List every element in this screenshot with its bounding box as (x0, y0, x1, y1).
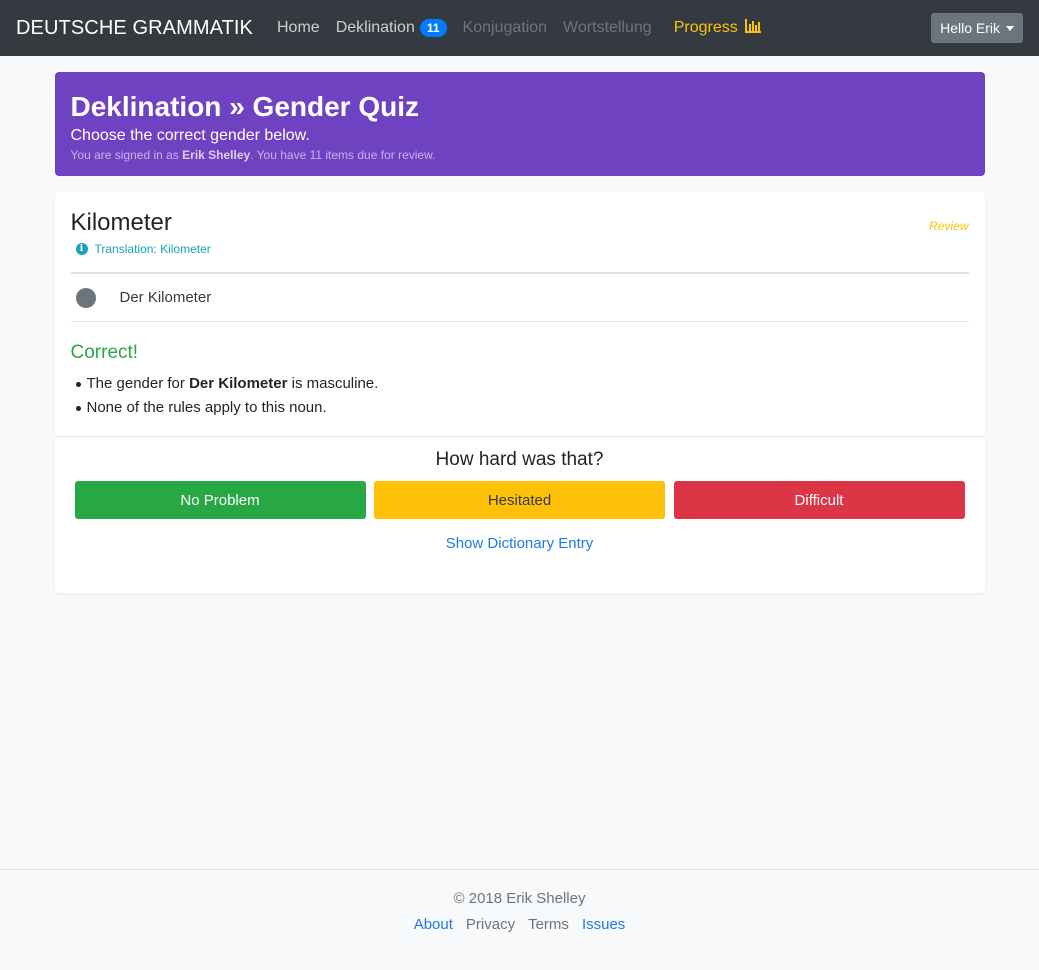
quiz-card: Kilometer i Translation: Kilometer Revie… (54, 192, 985, 593)
difficult-button[interactable]: Difficult (673, 481, 965, 519)
caret-down-icon (1006, 25, 1014, 31)
signed-in-prefix: You are signed in as (70, 148, 183, 162)
info-icon: i (75, 243, 88, 255)
nav-progress-label: Progress (673, 19, 738, 36)
top-navbar: DEUTSCHE GRAMMATIK Home Deklination 11 K… (0, 0, 1039, 56)
rule-item: None of the rules apply to this noun. (75, 396, 969, 420)
brand-logo-text[interactable]: DEUTSCHE GRAMMATIK (16, 17, 253, 40)
footer-links: About Privacy Terms Issues (0, 916, 1039, 933)
signed-in-suffix: . You have 11 items due for review. (250, 148, 436, 162)
review-count-badge: 11 (419, 19, 447, 37)
answer-option[interactable]: Der Kilometer (70, 274, 969, 322)
rule-item: The gender for Der Kilometer is masculin… (75, 372, 969, 396)
show-dictionary-link[interactable]: Show Dictionary Entry (55, 535, 985, 552)
nav-progress[interactable]: Progress (673, 18, 761, 38)
nav-wortstellung[interactable]: Wortstellung (563, 19, 652, 37)
footer-issues-link[interactable]: Issues (582, 916, 625, 933)
nav-deklination[interactable]: Deklination 11 (336, 19, 447, 37)
difficulty-question: How hard was that? (435, 449, 604, 470)
quiz-word: Kilometer (70, 209, 172, 236)
main-container: Deklination » Gender Quiz Choose the cor… (54, 72, 985, 593)
nav-konjugation-label: Konjugation (462, 19, 548, 36)
difficulty-buttons: No Problem Hesitated Difficult (55, 481, 985, 519)
nav-home-label: Home (277, 19, 320, 36)
divider (54, 436, 985, 437)
translation-hint: i Translation: Kilometer (71, 242, 211, 256)
radio-selected-icon[interactable] (75, 287, 96, 308)
footer-about-link[interactable]: About (414, 916, 453, 933)
hesitated-button[interactable]: Hesitated (374, 481, 665, 519)
rule1-suffix: is masculine. (287, 375, 379, 392)
page-footer: © 2018 Erik Shelley About Privacy Terms … (0, 869, 1039, 970)
page-lead: Choose the correct gender below. (70, 127, 310, 144)
nav-wortstellung-label: Wortstellung (563, 19, 652, 36)
page-title: Deklination » Gender Quiz (70, 91, 420, 122)
rule1-prefix: The gender for (86, 375, 190, 392)
bar-chart-icon (744, 18, 761, 38)
signed-in-info: You are signed in as Erik Shelley. You h… (71, 148, 969, 162)
copyright: © 2018 Erik Shelley (453, 890, 586, 907)
footer-terms-link[interactable]: Terms (528, 916, 569, 933)
nav-konjugation[interactable]: Konjugation (463, 19, 548, 37)
answer-option-label: Der Kilometer (119, 289, 212, 306)
review-tag: Review (929, 219, 969, 233)
signed-in-user: Erik Shelley (182, 148, 251, 162)
translation-text: Translation: Kilometer (94, 242, 211, 256)
rule-list: The gender for Der Kilometer is masculin… (71, 372, 969, 420)
page-header: Deklination » Gender Quiz Choose the cor… (54, 72, 985, 176)
user-menu-button[interactable]: Hello Erik (931, 13, 1023, 43)
rule1-word: Der Kilometer (189, 375, 288, 392)
no-problem-button[interactable]: No Problem (74, 481, 366, 519)
nav-home[interactable]: Home (277, 19, 320, 37)
footer-privacy-link[interactable]: Privacy (466, 916, 515, 933)
user-menu-label: Hello Erik (940, 20, 1000, 36)
result-heading: Correct! (70, 342, 139, 363)
nav-deklination-label: Deklination (335, 19, 415, 36)
